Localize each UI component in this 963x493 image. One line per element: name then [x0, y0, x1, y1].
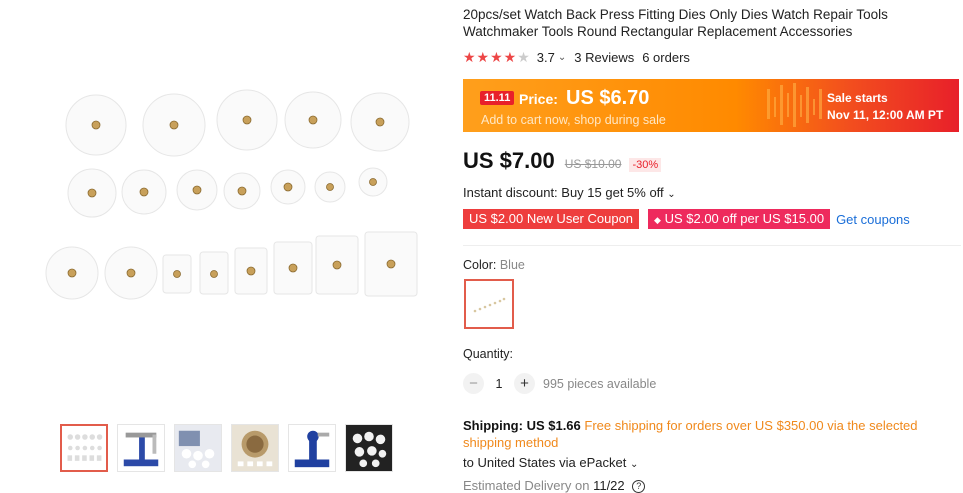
shipping-destination[interactable]: to United States via ePacket ⌄ — [463, 455, 638, 470]
quantity-input[interactable]: 1 — [484, 377, 514, 391]
main-product-image[interactable] — [40, 70, 430, 310]
thumbnail-dies-closeup[interactable] — [174, 424, 222, 472]
rating-row: ★★★★★ 3.7 ⌄ 3 Reviews 6 orders — [463, 49, 690, 66]
eta-label: Estimated Delivery on — [463, 478, 590, 493]
get-coupons-link[interactable]: Get coupons — [836, 212, 910, 227]
new-user-coupon[interactable]: US $2.00 New User Coupon — [463, 209, 640, 229]
product-title: 20pcs/set Watch Back Press Fitting Dies … — [463, 7, 888, 39]
promo-subtitle: Add to cart now, shop during sale — [481, 113, 666, 127]
shipping-info: Shipping: US $1.66 Free shipping for ord… — [463, 417, 933, 451]
instant-discount-text: Instant discount: Buy 15 get 5% off — [463, 185, 664, 200]
coupon-row: US $2.00 New User Coupon ◆ US $2.00 off … — [463, 209, 910, 229]
promo-badge: 11.11 — [480, 91, 515, 105]
divider — [463, 245, 961, 246]
thumbnail-dies-dark[interactable] — [345, 424, 393, 472]
quantity-increase-button[interactable]: + — [514, 373, 535, 394]
shipping-label: Shipping: — [463, 418, 523, 433]
chevron-down-icon[interactable]: ⌄ — [558, 52, 566, 63]
promo-stripes-decoration — [767, 83, 822, 127]
sale-starts: Sale starts Nov 11, 12:00 AM PT — [827, 90, 943, 124]
store-coupon[interactable]: ◆ US $2.00 off per US $15.00 — [648, 209, 831, 229]
chevron-down-icon: ⌄ — [667, 189, 676, 200]
diamond-icon: ◆ — [654, 215, 661, 225]
shipping-cost: US $1.66 — [526, 418, 581, 433]
color-value: Blue — [499, 258, 525, 272]
quantity-stepper: − 1 + 995 pieces available — [463, 373, 656, 394]
price-row: US $7.00 US $10.00 -30% — [463, 148, 662, 174]
sale-starts-date: Nov 11, 12:00 AM PT — [827, 108, 944, 122]
quantity-label: Quantity: — [463, 347, 514, 361]
sale-starts-label: Sale starts — [827, 91, 888, 105]
thumbnail-watch-back[interactable] — [231, 424, 279, 472]
quantity-decrease-button[interactable]: − — [463, 373, 484, 394]
original-price: US $10.00 — [564, 157, 622, 171]
instant-discount[interactable]: Instant discount: Buy 15 get 5% off ⌄ — [463, 185, 676, 200]
color-swatch-blue[interactable] — [464, 279, 514, 329]
reviews-link[interactable]: 3 Reviews — [574, 50, 634, 65]
chevron-down-icon: ⌄ — [629, 459, 639, 470]
orders-count: 6 orders — [642, 50, 690, 65]
help-icon[interactable]: ? — [632, 480, 646, 493]
promo-price: US $6.70 — [566, 87, 650, 109]
estimated-delivery: Estimated Delivery on 11/22 ? — [463, 478, 646, 493]
thumbnail-press-tool-blue[interactable] — [288, 424, 336, 472]
promo-price-label: Price: — [519, 91, 558, 107]
stock-available: 995 pieces available — [543, 376, 657, 391]
current-price: US $7.00 — [463, 148, 555, 173]
thumbnail-press-tool[interactable] — [117, 424, 165, 472]
rating-score[interactable]: 3.7 — [537, 50, 555, 65]
product-gallery — [0, 0, 463, 493]
eta-date: 11/22 — [593, 478, 625, 493]
store-coupon-text: US $2.00 off per US $15.00 — [664, 211, 825, 226]
thumbnail-strip — [60, 424, 393, 472]
promo-banner: 11.11 Price: US $6.70 Add to cart now, s… — [463, 79, 959, 132]
color-label: Color: Blue — [463, 258, 525, 272]
star-rating-icon: ★★★★★ — [463, 49, 531, 65]
color-label-text: Color: — [463, 258, 497, 272]
shipping-destination-text: to United States via ePacket — [463, 455, 627, 470]
thumbnail-dies-set[interactable] — [60, 424, 108, 472]
discount-badge: -30% — [629, 158, 662, 172]
